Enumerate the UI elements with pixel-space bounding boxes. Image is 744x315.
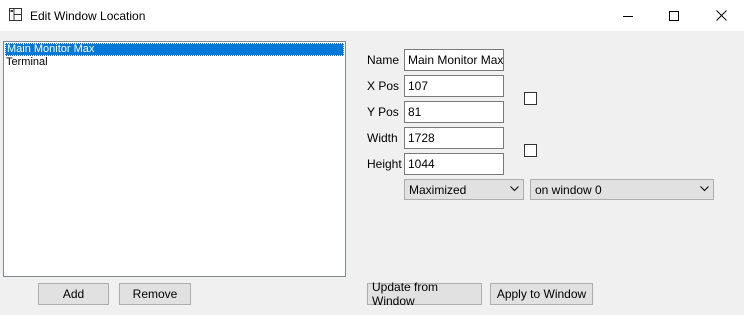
update-from-window-button[interactable]: Update from Window: [367, 280, 482, 308]
height-label: Height: [367, 157, 402, 171]
name-field[interactable]: Main Monitor Max: [404, 49, 504, 71]
close-icon: [715, 10, 727, 21]
close-button[interactable]: [698, 0, 744, 31]
list-item[interactable]: Main Monitor Max: [5, 43, 344, 56]
apply-to-window-button[interactable]: Apply to Window: [490, 283, 593, 305]
remove-button[interactable]: Remove: [119, 283, 191, 305]
height-field[interactable]: 1044: [404, 153, 504, 175]
monitor-value: on window 0: [535, 183, 602, 197]
chevron-down-icon: [700, 186, 709, 192]
window-location-list[interactable]: Main Monitor Max Terminal: [3, 41, 346, 277]
window-state-value: Maximized: [409, 183, 467, 197]
window-state-select[interactable]: Maximized: [404, 179, 524, 200]
ypos-field[interactable]: 81: [404, 101, 504, 123]
chevron-down-icon: [510, 186, 519, 192]
window-layout-icon: [8, 7, 24, 23]
xpos-label: X Pos: [367, 79, 400, 93]
dialog-body: Main Monitor Max Terminal Add Remove Nam…: [0, 31, 744, 315]
minimize-icon: [623, 15, 633, 17]
width-field[interactable]: 1728: [404, 127, 504, 149]
list-item[interactable]: Terminal: [4, 56, 345, 69]
minimize-button[interactable]: [605, 0, 651, 31]
maximize-icon: [669, 10, 679, 21]
add-button[interactable]: Add: [38, 283, 109, 305]
monitor-select[interactable]: on window 0: [530, 179, 714, 200]
size-checkbox[interactable]: [524, 144, 537, 157]
maximize-button[interactable]: [651, 0, 697, 31]
title-bar[interactable]: Edit Window Location: [0, 0, 744, 31]
window-title: Edit Window Location: [30, 9, 146, 23]
ypos-label: Y Pos: [367, 105, 399, 119]
position-checkbox[interactable]: [524, 92, 537, 105]
name-label: Name: [367, 53, 400, 67]
width-label: Width: [367, 131, 398, 145]
xpos-field[interactable]: 107: [404, 75, 504, 97]
